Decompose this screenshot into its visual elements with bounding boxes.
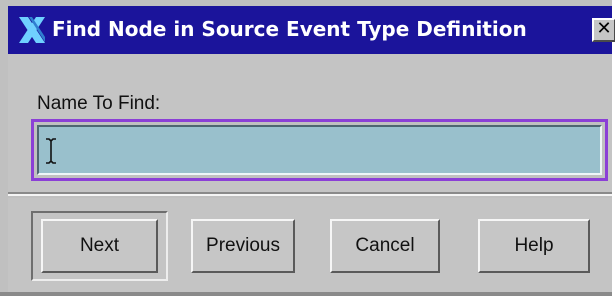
window-bottom-edge [0,292,612,296]
help-button[interactable]: Help [478,219,590,273]
close-icon: ✕ [596,18,612,39]
input-panel: Name To Find: [8,54,612,196]
previous-button[interactable]: Previous [191,219,295,273]
cancel-button[interactable]: Cancel [330,219,440,273]
name-to-find-field-inner[interactable] [37,125,602,175]
close-button[interactable]: ✕ [592,18,615,42]
window-title: Find Node in Source Event Type Definitio… [52,17,527,41]
x-logo-icon [19,17,45,43]
find-node-dialog: Find Node in Source Event Type Definitio… [0,0,615,296]
next-button[interactable]: Next [41,219,158,273]
button-panel: Next Previous Cancel Help [8,198,612,296]
name-to-find-field[interactable] [31,119,608,181]
name-to-find-input[interactable] [39,127,600,173]
name-to-find-label: Name To Find: [37,93,161,114]
title-bar[interactable]: Find Node in Source Event Type Definitio… [8,6,615,54]
